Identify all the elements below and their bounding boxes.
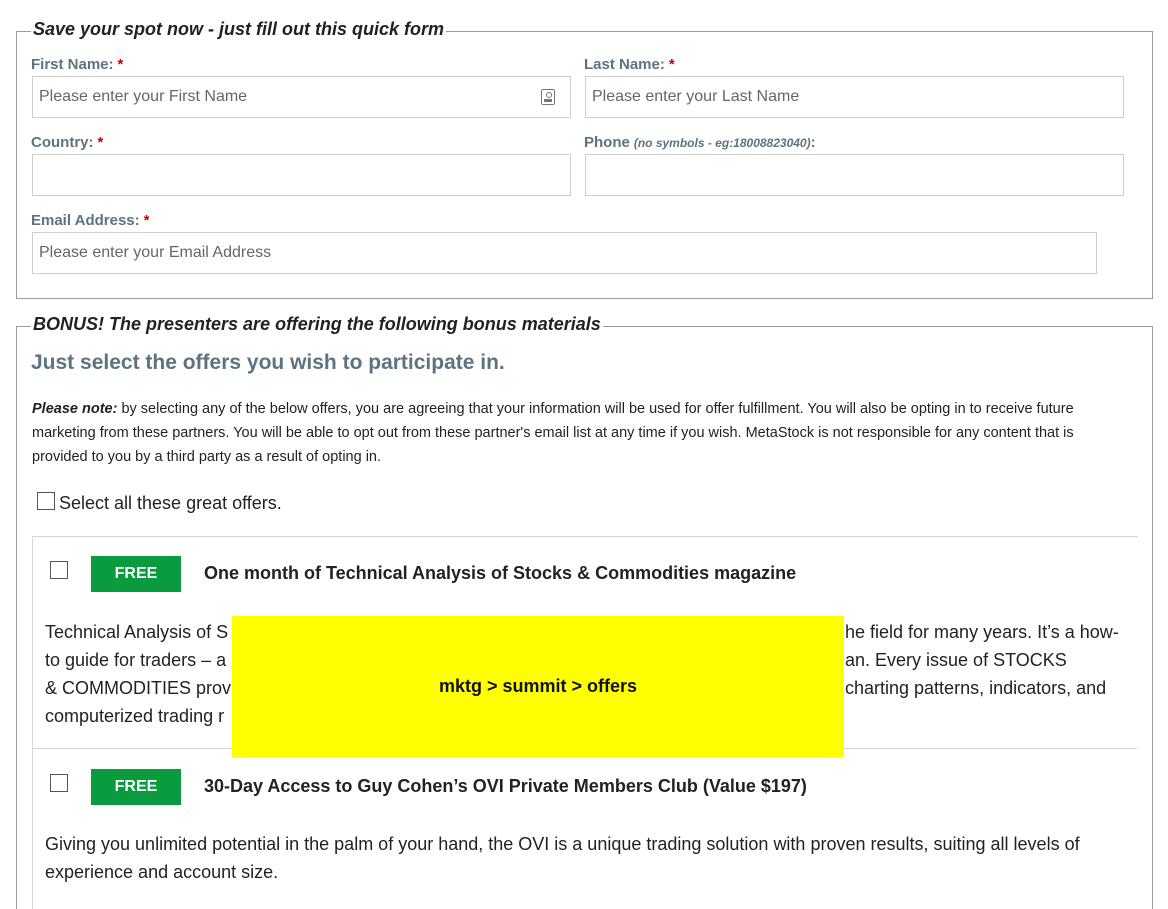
- description-line: an. Every issue of STOCKS: [845, 650, 1067, 670]
- form-legend: Save your spot now - just fill out this …: [31, 19, 447, 40]
- phone-input[interactable]: [585, 154, 1124, 196]
- offer-title: 30-Day Access to Guy Cohen’s OVI Private…: [204, 776, 807, 796]
- description-line: charting patterns, indicators, and: [845, 678, 1107, 698]
- offer-description: Giving you unlimited potential in the pa…: [45, 834, 1080, 882]
- first-name-input[interactable]: [32, 76, 571, 118]
- phone-label: Phone (no symbols - eg:18008823040):: [584, 134, 816, 151]
- email-input[interactable]: [32, 232, 1097, 274]
- email-label: Email Address: *: [31, 212, 150, 229]
- last-name-label-text: Last Name:: [584, 56, 665, 73]
- country-input[interactable]: [32, 154, 571, 196]
- last-name-input[interactable]: [585, 76, 1124, 118]
- please-note-label: Please note:: [32, 401, 118, 417]
- free-badge: FREE: [91, 769, 181, 805]
- country-label-text: Country:: [31, 134, 94, 151]
- phone-label-suffix: :: [810, 134, 816, 151]
- contact-card-icon[interactable]: [541, 89, 555, 105]
- first-name-label-text: First Name:: [31, 56, 114, 73]
- required-marker: *: [117, 56, 124, 73]
- description-line: he field for many years. It’s a how-: [845, 622, 1119, 642]
- free-badge: FREE: [91, 556, 181, 592]
- select-all-label[interactable]: Select all these great offers.: [59, 493, 282, 514]
- contact-form-fieldset: Save your spot now - just fill out this …: [16, 19, 1153, 299]
- phone-label-text: Phone: [584, 134, 630, 151]
- breadcrumb-overlay: mktg > summit > offers: [232, 616, 844, 757]
- offer-description-right: he field for many years. It’s a how- an.…: [845, 618, 1145, 702]
- please-note-text: Please note: by selecting any of the bel…: [32, 397, 1132, 469]
- required-marker: *: [143, 212, 150, 229]
- phone-hint: (no symbols - eg:18008823040): [633, 136, 811, 150]
- bonus-subheading: Just select the offers you wish to parti…: [31, 351, 505, 374]
- required-marker: *: [97, 134, 104, 151]
- email-label-text: Email Address:: [31, 212, 140, 229]
- last-name-label: Last Name: *: [584, 56, 675, 73]
- offer-title: One month of Technical Analysis of Stock…: [204, 563, 797, 583]
- bonus-legend: BONUS! The presenters are offering the f…: [31, 314, 603, 335]
- please-note-body: by selecting any of the below offers, yo…: [32, 401, 1074, 465]
- required-marker: *: [668, 56, 675, 73]
- first-name-label: First Name: *: [31, 56, 123, 73]
- offer-checkbox[interactable]: [50, 774, 68, 792]
- select-all-checkbox[interactable]: [37, 492, 55, 510]
- country-label: Country: *: [31, 134, 103, 151]
- offer-checkbox[interactable]: [50, 561, 68, 579]
